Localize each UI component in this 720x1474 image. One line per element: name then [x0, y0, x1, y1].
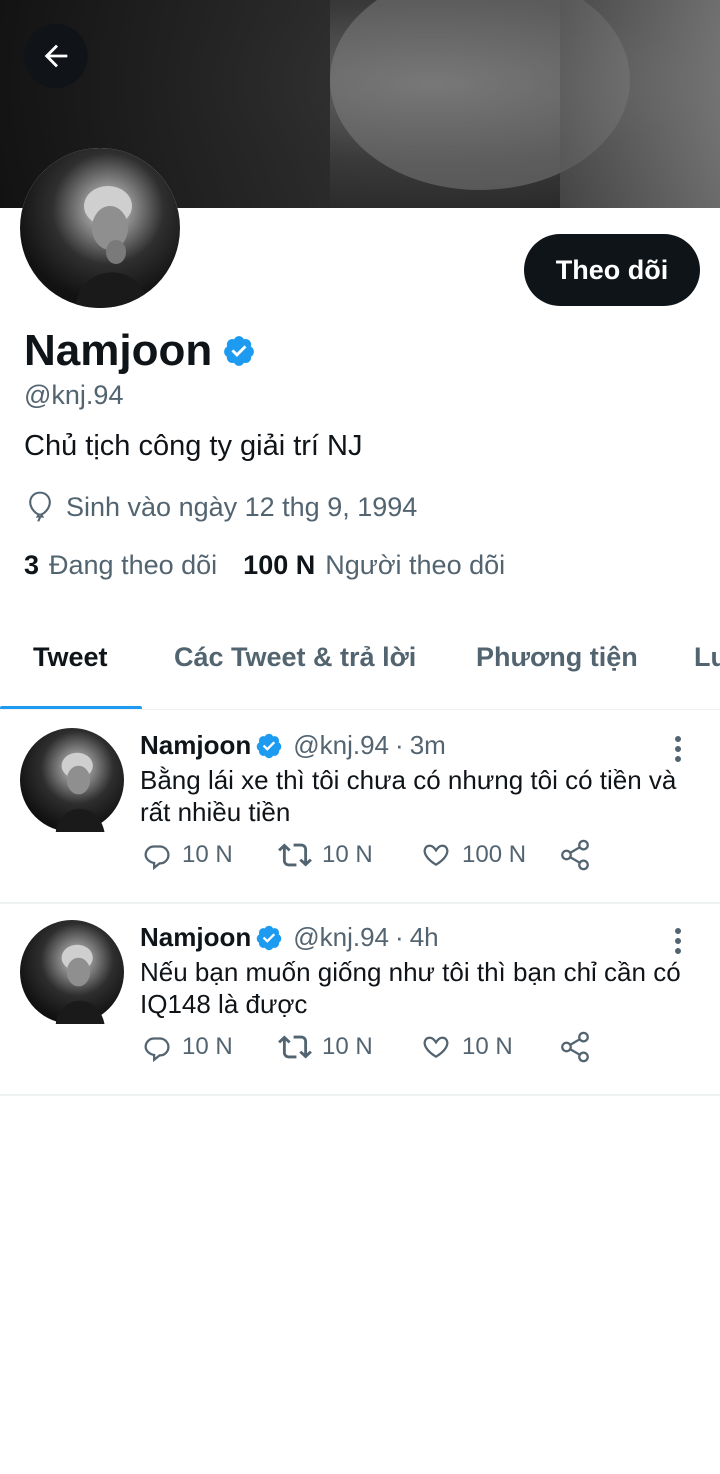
heart-icon: [423, 1036, 449, 1059]
tweet-author-name[interactable]: Namjoon: [140, 730, 251, 761]
follow-button[interactable]: Theo dõi: [524, 234, 700, 306]
verified-badge-icon: [224, 336, 255, 366]
reply-count: 10 N: [182, 841, 233, 868]
profile-avatar[interactable]: [20, 148, 180, 308]
avatar-figure: [75, 186, 150, 308]
verified-badge-icon: [256, 925, 282, 950]
back-button[interactable]: [24, 24, 88, 88]
retweet-button[interactable]: 10 N: [276, 1030, 373, 1064]
tab-likes[interactable]: Lu: [694, 642, 720, 673]
tweet-time: 4h: [409, 922, 439, 952]
reply-button[interactable]: 10 N: [140, 1030, 233, 1064]
more-vertical-icon[interactable]: [668, 926, 688, 956]
followers-label[interactable]: Người theo dõi: [325, 550, 505, 581]
tweet-avatar[interactable]: [20, 728, 124, 832]
tweet-author-handle: @knj.94: [293, 730, 390, 760]
tweet-actions: 10 N 10 N 10 N: [140, 1030, 610, 1070]
verified-badge-icon: [256, 733, 282, 758]
reply-icon: [144, 1037, 170, 1063]
follow-stats: 3 Đang theo dõi 100 N Người theo dõi: [24, 550, 531, 581]
share-icon: [561, 1031, 589, 1063]
tweet-item[interactable]: Namjoon @knj.94 · 4h Nếu bạn muốn giống …: [0, 902, 720, 1096]
retweet-icon: [278, 843, 312, 867]
profile-tabs: Tweet Các Tweet & trả lời Phương tiện Lu: [0, 620, 720, 710]
share-button[interactable]: [558, 838, 600, 872]
tweet-separator: ·: [395, 922, 404, 952]
share-button[interactable]: [558, 1030, 600, 1064]
tweet-author-name[interactable]: Namjoon: [140, 922, 251, 953]
profile-display-name: Namjoon: [24, 326, 213, 375]
like-button[interactable]: 10 N: [418, 1030, 513, 1064]
balloon-icon: [29, 491, 51, 522]
following-count[interactable]: 3: [24, 550, 39, 581]
following-label[interactable]: Đang theo dõi: [49, 550, 217, 581]
tab-tweets[interactable]: Tweet: [33, 642, 108, 673]
birth-date-row: Sinh vào ngày 12 thg 9, 1994: [24, 490, 417, 524]
retweet-icon: [278, 1035, 312, 1059]
more-vertical-icon[interactable]: [668, 734, 688, 764]
avatar-figure: [55, 752, 105, 832]
like-count: 10 N: [462, 1033, 513, 1060]
tweet-header: Namjoon @knj.94 · 3m: [140, 730, 446, 761]
profile-bio: Chủ tịch công ty giải trí NJ: [24, 430, 363, 462]
share-icon: [561, 839, 589, 871]
reply-count: 10 N: [182, 1033, 233, 1060]
avatar-figure: [55, 944, 105, 1024]
tweet-avatar[interactable]: [20, 920, 124, 1024]
followers-count[interactable]: 100 N: [243, 550, 315, 581]
like-button[interactable]: 100 N: [418, 838, 526, 872]
tweet-item[interactable]: Namjoon @knj.94 · 3m Bằng lái xe thì tôi…: [0, 710, 720, 904]
reply-icon: [144, 845, 170, 871]
tweet-time: 3m: [409, 730, 446, 760]
birth-date-text: Sinh vào ngày 12 thg 9, 1994: [66, 491, 418, 522]
heart-icon: [423, 844, 449, 867]
banner-side-light: [560, 0, 720, 208]
tab-media[interactable]: Phương tiện: [476, 642, 638, 673]
tweet-text: Nếu bạn muốn giống như tôi thì bạn chỉ c…: [140, 957, 681, 1019]
avatar-image: [20, 148, 180, 308]
retweet-button[interactable]: 10 N: [276, 838, 373, 872]
arrow-left-icon: [44, 44, 68, 68]
tweet-header: Namjoon @knj.94 · 4h: [140, 922, 439, 953]
tweet-text: Bằng lái xe thì tôi chưa có nhưng tôi có…: [140, 765, 677, 827]
reply-button[interactable]: 10 N: [140, 838, 233, 872]
profile-name-row: Namjoon: [24, 326, 256, 376]
retweet-count: 10 N: [322, 1033, 373, 1060]
profile-handle: @knj.94: [24, 380, 124, 410]
retweet-count: 10 N: [322, 841, 373, 868]
like-count: 100 N: [462, 841, 527, 868]
tweet-author-handle: @knj.94: [293, 922, 390, 952]
tab-tweets-replies[interactable]: Các Tweet & trả lời: [174, 642, 416, 673]
tweet-actions: 10 N 10 N 100 N: [140, 838, 610, 878]
tweet-separator: ·: [395, 730, 404, 760]
